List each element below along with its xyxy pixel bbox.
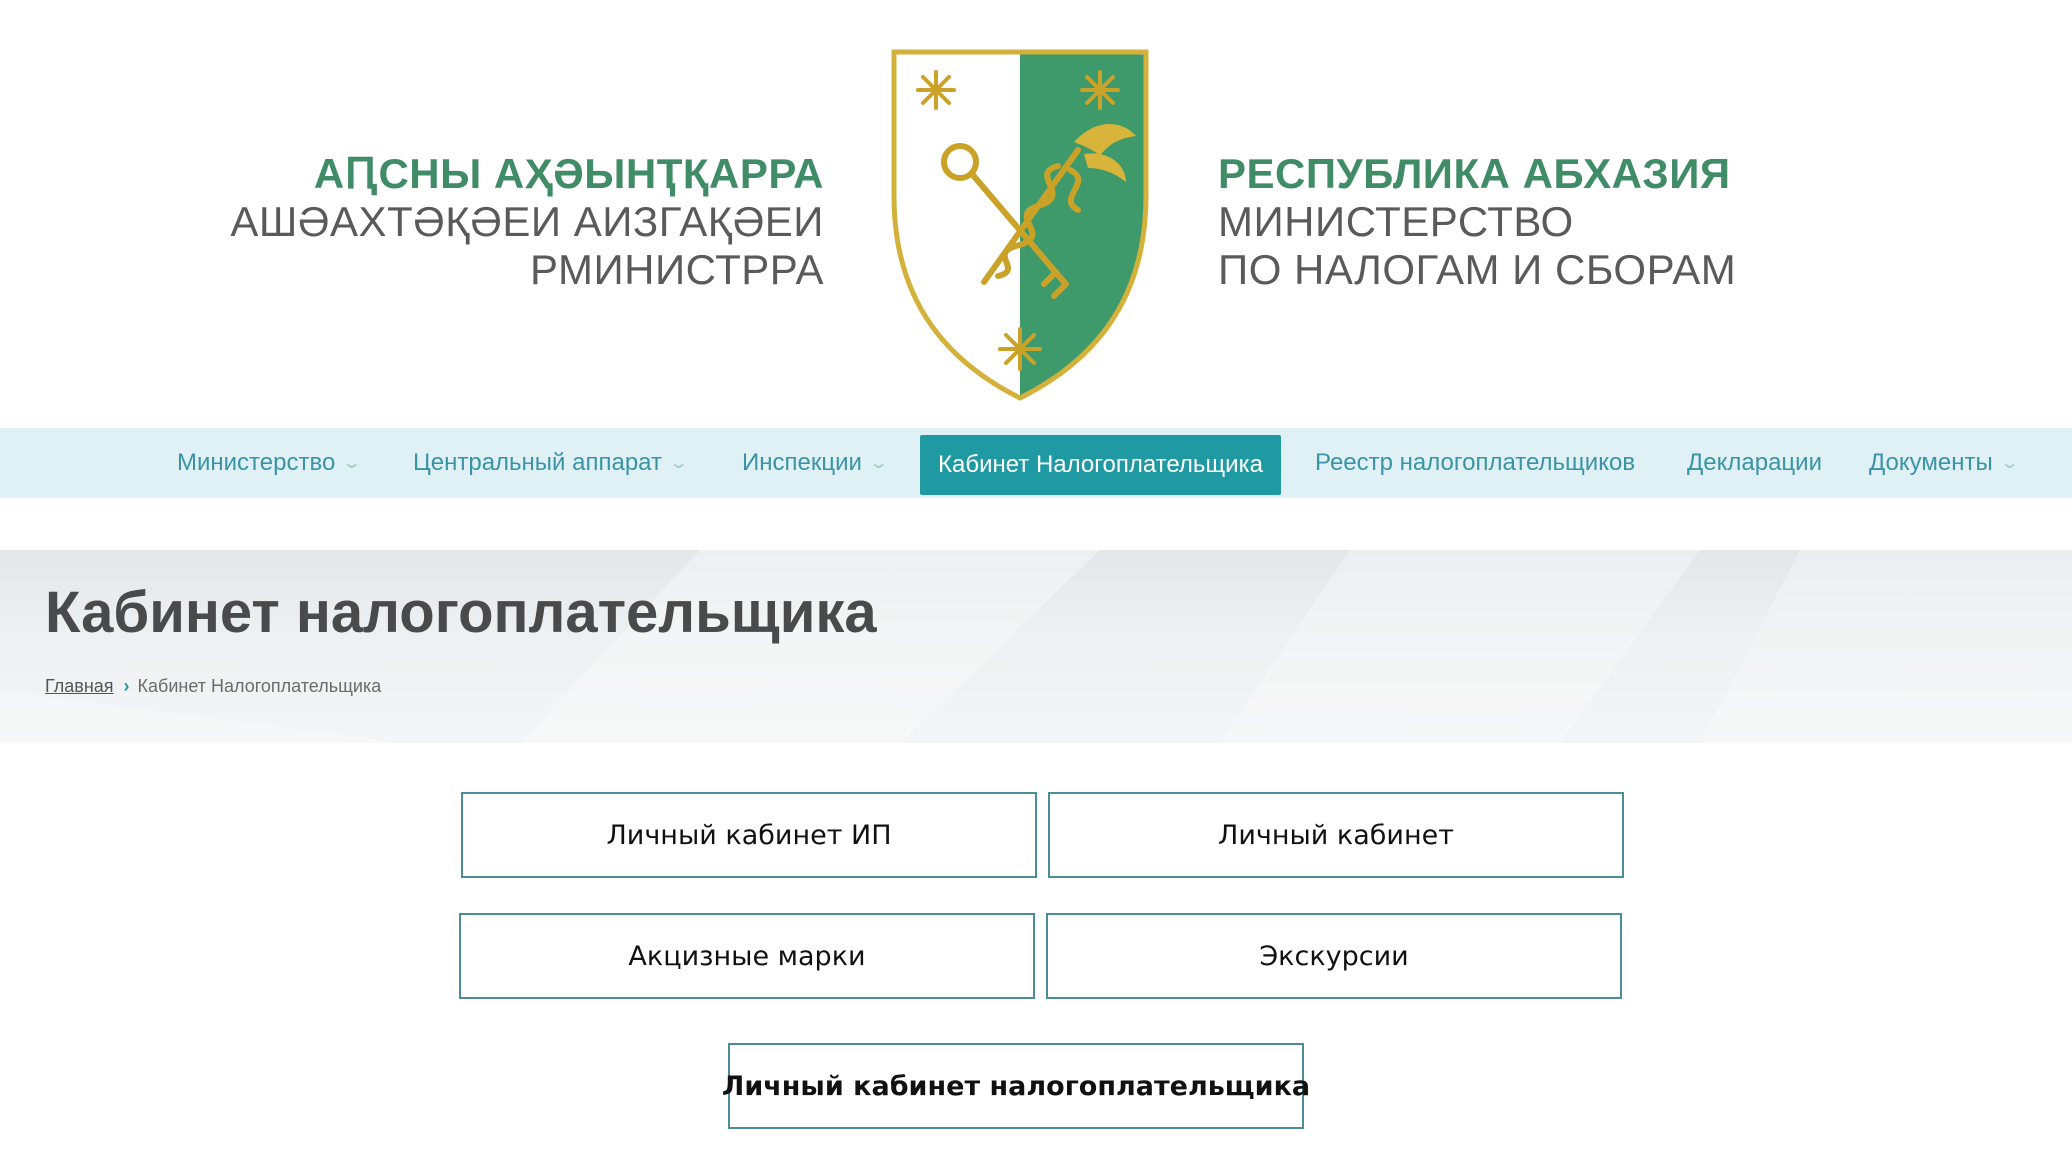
breadcrumb-home-link[interactable]: Главная xyxy=(45,676,114,696)
excursions-button[interactable]: Экскурсии xyxy=(1046,913,1622,999)
nav-item-ministry[interactable]: Министерство ⌄ xyxy=(177,428,363,498)
nav-item-label: Центральный аппарат xyxy=(413,449,662,476)
nav-item-central-office[interactable]: Центральный аппарат ⌄ xyxy=(413,428,689,498)
nav-item-label: Министерство xyxy=(177,449,336,476)
nav-item-declarations[interactable]: Декларации xyxy=(1687,428,1822,498)
header-abkhaz-line-2: АШӘАХТӘҚӘЕИ АИЗГАҚӘЕИ xyxy=(230,198,824,245)
header-abkhaz-line-3: РМИНИСТРРА xyxy=(529,246,824,293)
chevron-down-icon: ⌄ xyxy=(341,455,363,472)
taxpayer-cabinet-button[interactable]: Личный кабинет налогоплательщика xyxy=(722,1043,1310,1129)
button-label: Личный кабинет xyxy=(1218,819,1454,851)
button-label: Акцизные марки xyxy=(628,940,866,972)
header-abkhaz-title: АԤСНЫ АҲӘЫНҬҚАРРА АШӘАХТӘҚӘЕИ АИЗГАҚӘЕИ … xyxy=(230,150,824,294)
button-label: Личный кабинет ИП xyxy=(606,819,892,851)
nav-item-label: Инспекции xyxy=(742,449,862,476)
chevron-down-icon: ⌄ xyxy=(1999,455,2020,472)
button-label: Личный кабинет налогоплательщика xyxy=(721,1070,1311,1102)
coat-of-arms-icon[interactable] xyxy=(888,46,1152,404)
breadcrumb: Главная › Кабинет Налогоплательщика xyxy=(45,674,381,698)
header-abkhaz-line-1: АԤСНЫ АҲӘЫНҬҚАРРА xyxy=(313,150,824,197)
ip-cabinet-button[interactable]: Личный кабинет ИП xyxy=(461,792,1037,878)
nav-item-taxpayer-registry[interactable]: Реестр налогоплательщиков xyxy=(1315,428,1635,498)
nav-item-label: Документы xyxy=(1869,449,1993,476)
nav-item-label: Кабинет Налогоплательщика xyxy=(938,451,1263,478)
header-russian-line-1: РЕСПУБЛИКА АБХАЗИЯ xyxy=(1218,150,1731,197)
personal-cabinet-button[interactable]: Личный кабинет xyxy=(1048,792,1624,878)
button-label: Экскурсии xyxy=(1259,940,1409,972)
chevron-down-icon: ⌄ xyxy=(868,455,889,472)
page-title: Кабинет налогоплательщика xyxy=(45,580,877,645)
nav-item-inspections[interactable]: Инспекции ⌄ xyxy=(742,428,889,498)
breadcrumb-separator-icon: › xyxy=(123,676,130,696)
main-navigation: Министерство ⌄ Центральный аппарат ⌄ Инспе… xyxy=(0,428,2072,498)
chevron-down-icon: ⌄ xyxy=(668,455,689,472)
breadcrumb-current: Кабинет Налогоплательщика xyxy=(137,676,382,696)
nav-item-label: Реестр налогоплательщиков xyxy=(1315,449,1636,476)
nav-item-label: Декларации xyxy=(1687,449,1822,476)
header-russian-title: РЕСПУБЛИКА АБХАЗИЯ МИНИСТЕРСТВО ПО НАЛОГ… xyxy=(1218,150,1736,294)
nav-item-documents[interactable]: Документы ⌄ xyxy=(1869,428,2020,498)
header-russian-line-3: ПО НАЛОГАМ И СБОРАМ xyxy=(1218,246,1737,293)
nav-item-taxpayer-cabinet[interactable]: Кабинет Налогоплательщика xyxy=(920,435,1281,495)
page-title-band: Кабинет налогоплательщика Главная › Кабине… xyxy=(0,550,2072,743)
header-russian-line-2: МИНИСТЕРСТВО xyxy=(1218,198,1574,245)
excise-stamps-button[interactable]: Акцизные марки xyxy=(459,913,1035,999)
site-header: АԤСНЫ АҲӘЫНҬҚАРРА АШӘАХТӘҚӘЕИ АИЗГАҚӘЕИ … xyxy=(0,0,2072,428)
